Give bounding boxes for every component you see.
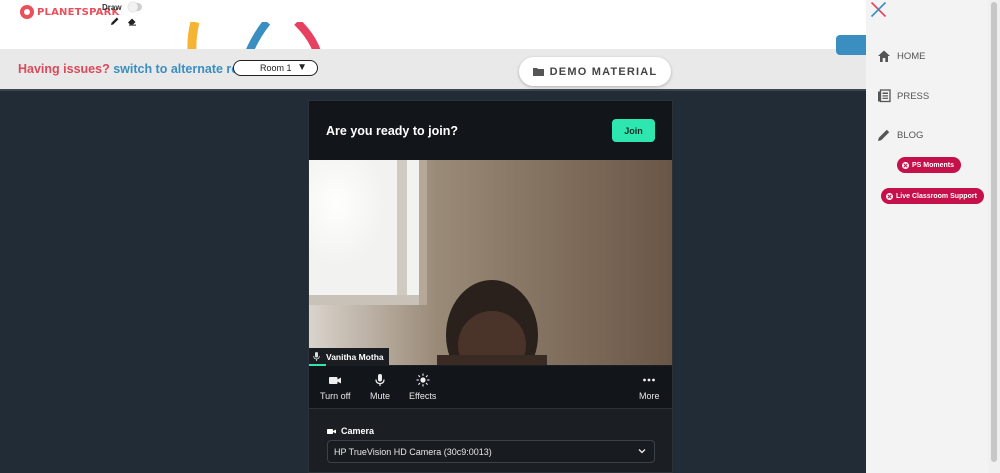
live-support-label: Live Classroom Support: [896, 192, 977, 200]
demo-material-button[interactable]: DEMO MATERIAL: [519, 57, 671, 86]
sidebar-item-home[interactable]: HOME: [877, 49, 926, 63]
dropdown-arrow-icon: ▼: [297, 62, 307, 73]
mute-button[interactable]: Mute: [370, 373, 390, 401]
sidebar-item-blog[interactable]: BLOG: [877, 128, 923, 142]
sidebar-item-label: BLOG: [897, 129, 924, 141]
sidebar-item-label: PRESS: [897, 90, 930, 102]
sparkle-effects-icon: [416, 373, 430, 387]
chevron-down-icon: [638, 449, 646, 454]
more-dots-icon: [643, 378, 656, 382]
participant-name-tag: Vanitha Motha: [309, 348, 389, 365]
camera-section-label: Camera: [341, 426, 375, 436]
camera-preview: [309, 160, 672, 365]
close-icon[interactable]: [870, 1, 887, 18]
newspaper-icon: [878, 89, 891, 103]
effects-button[interactable]: Effects: [409, 373, 436, 401]
issue-message: Having issues? switch to alternate room: [18, 62, 258, 76]
draw-toggle[interactable]: [128, 2, 142, 12]
ps-moments-button[interactable]: PS Moments: [897, 157, 962, 173]
controls-divider: [309, 408, 672, 409]
pencil-icon: [878, 129, 890, 141]
participant-name: Vanitha Motha: [326, 351, 384, 362]
camera-toggle-label: Turn off: [320, 391, 351, 401]
camera-small-icon: [327, 428, 336, 434]
camera-section-heading: Camera: [327, 426, 374, 436]
mic-icon: [313, 352, 320, 361]
camera-toggle-button[interactable]: Turn off: [320, 373, 351, 401]
ps-moments-label: PS Moments: [912, 161, 955, 169]
close-circle-icon: [902, 161, 909, 169]
logo-mark-icon: [20, 5, 34, 19]
folder-icon: [532, 68, 544, 76]
close-circle-icon: [886, 192, 893, 200]
media-controls: Turn off Mute Effects More: [309, 366, 672, 409]
effects-label: Effects: [409, 391, 437, 401]
microphone-icon: [375, 374, 385, 386]
more-label: More: [639, 391, 660, 401]
demo-material-label: DEMO MATERIAL: [549, 65, 658, 78]
more-button[interactable]: More: [639, 373, 660, 401]
live-classroom-support-button[interactable]: Live Classroom Support: [881, 188, 984, 204]
chat-bubble-icon[interactable]: [836, 35, 866, 55]
join-title: Are you ready to join?: [326, 124, 458, 138]
sidebar-item-label: HOME: [897, 50, 926, 62]
eraser-icon[interactable]: [127, 16, 137, 26]
join-card: Are you ready to join? Join Vanitha Moth…: [308, 100, 673, 473]
room-select[interactable]: Room 1 ▼: [233, 60, 318, 76]
issue-question: Having issues?: [18, 62, 110, 76]
video-camera-icon: [329, 377, 342, 384]
home-icon: [878, 50, 890, 62]
side-menu: [866, 0, 988, 473]
mute-label: Mute: [370, 391, 391, 401]
pencil-icon[interactable]: [110, 16, 120, 26]
camera-device-value: HP TrueVision HD Camera (30c9:0013): [334, 446, 492, 457]
room-select-value: Room 1: [260, 63, 292, 73]
join-button[interactable]: Join: [612, 119, 655, 142]
draw-label: Draw: [102, 3, 122, 12]
sidebar-item-press[interactable]: PRESS: [877, 89, 929, 103]
camera-device-select[interactable]: HP TrueVision HD Camera (30c9:0013): [327, 440, 655, 463]
camera-preview-image: [309, 160, 672, 365]
scrollbar-thumb[interactable]: [991, 2, 997, 462]
join-card-header: Are you ready to join? Join: [309, 101, 672, 160]
